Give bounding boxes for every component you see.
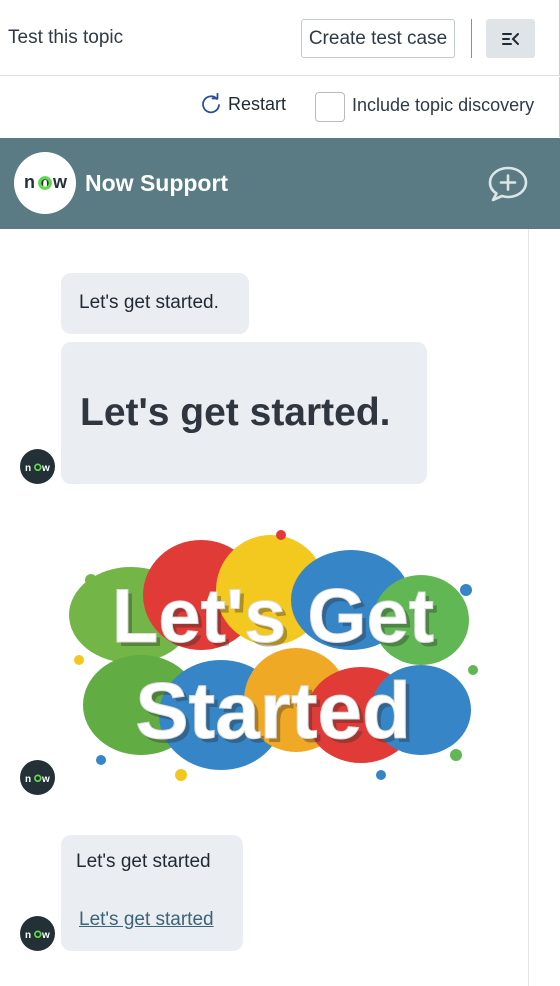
message-heading: Let's get started. <box>80 391 391 434</box>
svg-text:n: n <box>25 930 31 940</box>
svg-text:n: n <box>25 463 31 473</box>
bot-avatar: n w <box>20 449 55 484</box>
svg-text:n: n <box>25 774 31 784</box>
bot-link-message: Let's get started Let's get started <box>61 835 243 951</box>
now-logo-icon: n w <box>25 930 50 940</box>
test-controls: Restart Include topic discovery <box>0 77 560 137</box>
brand-logo: n n w <box>14 152 76 214</box>
collapse-panel-icon <box>501 32 519 45</box>
now-logo-icon: n n w <box>24 172 68 192</box>
include-topic-discovery-label: Include topic discovery <box>352 95 535 115</box>
restart-label: Restart <box>228 93 287 114</box>
chat-scrollbar[interactable] <box>528 229 560 986</box>
chat-title: Now Support <box>85 170 229 196</box>
bot-image-message[interactable]: Let's Get Let's Get Started Started <box>61 520 485 792</box>
bot-avatar: n w <box>20 916 55 951</box>
chat-header: n n w Now Support <box>0 138 560 229</box>
bot-heading-message: Let's get started. <box>61 342 427 484</box>
svg-text:w: w <box>41 930 50 940</box>
bot-avatar: n w <box>20 760 55 795</box>
message-text: Let's get started <box>76 851 211 872</box>
new-conversation-button[interactable] <box>486 164 530 204</box>
lets-get-started-link[interactable]: Let's get started <box>79 909 243 931</box>
collapse-panel-button[interactable] <box>486 19 535 58</box>
refresh-icon <box>202 93 220 114</box>
svg-text:w: w <box>41 774 50 784</box>
message-text: Let's get started. <box>79 292 219 313</box>
svg-text:w: w <box>41 463 50 473</box>
svg-text:n: n <box>24 172 35 192</box>
lets-get-started-image: Let's Get Let's Get Started Started <box>69 530 478 781</box>
image-line-1: Let's Get <box>112 574 434 659</box>
new-conversation-icon <box>488 166 528 202</box>
now-logo-icon: n w <box>25 463 50 473</box>
restart-button[interactable]: Restart <box>200 93 286 115</box>
include-topic-discovery-checkbox[interactable] <box>315 92 345 122</box>
image-line-2: Started <box>135 666 411 755</box>
bot-message: Let's get started. <box>61 273 249 334</box>
create-test-case-button[interactable]: Create test case <box>301 19 455 58</box>
toolbar-divider <box>471 19 472 58</box>
svg-text:w: w <box>52 172 68 192</box>
panel-title: Test this topic <box>8 27 124 48</box>
test-topic-header: Test this topic Create test case <box>0 0 560 76</box>
now-logo-icon: n w <box>25 774 50 784</box>
